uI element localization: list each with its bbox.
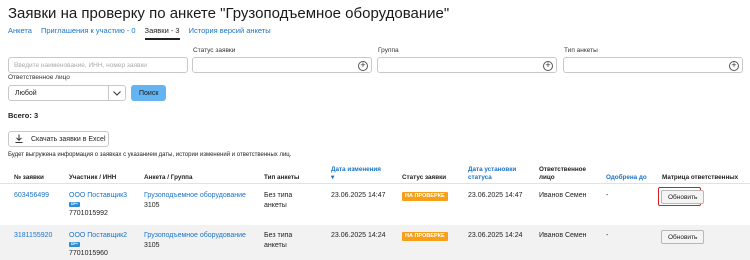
- status-date: 23.06.2025 14:47: [468, 192, 523, 199]
- download-icon: [15, 134, 23, 145]
- table-row: 3181155920 ООО Поставщик2 DP+ 7701015960…: [0, 225, 750, 260]
- update-button[interactable]: Обновить: [661, 230, 705, 244]
- plus-circle-icon[interactable]: +: [543, 60, 553, 71]
- participant-link[interactable]: ООО Поставщик2: [69, 231, 127, 241]
- page-title: Заявки на проверку по анкете "Грузоподъе…: [8, 5, 450, 22]
- responsible-person: Иванов Семен: [539, 192, 587, 199]
- form-group: 3105: [144, 202, 160, 209]
- request-number-link[interactable]: 3181155920: [14, 231, 52, 241]
- responsible-person: Иванов Семен: [539, 232, 587, 239]
- search-button[interactable]: Поиск: [131, 85, 167, 101]
- total-count: Всего: 3: [8, 111, 39, 120]
- col-status-date[interactable]: Дата установки статуса: [468, 166, 532, 182]
- changed-date: 23.06.2025 14:47: [331, 192, 386, 199]
- col-matrix: Матрица ответственных: [662, 174, 739, 181]
- col-responsible[interactable]: Ответственное лицо: [539, 166, 589, 182]
- tab-form[interactable]: Анкета: [8, 26, 32, 40]
- form-type: Без типа анкеты: [264, 232, 293, 249]
- chevron-down-icon[interactable]: [108, 86, 125, 100]
- status-filter-label: Статус заявки: [193, 47, 236, 54]
- participant-inn: 7701015992: [69, 210, 108, 217]
- responsible-filter-label: Ответственное лицо: [8, 74, 70, 81]
- col-form-group[interactable]: Анкета / Группа: [144, 174, 192, 182]
- changed-date: 23.06.2025 14:24: [331, 232, 386, 239]
- status-date: 23.06.2025 14:24: [468, 232, 523, 239]
- col-number[interactable]: № заявки: [14, 174, 44, 182]
- approved-until: -: [606, 232, 609, 239]
- dp-badge: DP+: [69, 202, 80, 207]
- col-participant[interactable]: Участник / ИНН: [69, 174, 116, 182]
- search-field[interactable]: [8, 57, 188, 73]
- col-changed[interactable]: Дата изменения ▾: [331, 166, 383, 182]
- participant-inn: 7701015960: [69, 250, 108, 257]
- col-form-type[interactable]: Тип анкеты: [264, 174, 299, 182]
- responsible-select-value: Любой: [15, 89, 37, 97]
- form-group: 3105: [144, 242, 160, 249]
- status-filter-field[interactable]: +: [192, 57, 372, 73]
- responsible-select[interactable]: Любой: [8, 85, 126, 101]
- download-excel-button[interactable]: Скачать заявки в Excel: [8, 131, 109, 147]
- participant-link[interactable]: ООО Поставщик3: [69, 191, 127, 201]
- download-excel-label: Скачать заявки в Excel: [31, 135, 106, 143]
- group-filter-field[interactable]: +: [377, 57, 557, 73]
- type-filter-field[interactable]: +: [563, 57, 743, 73]
- plus-circle-icon[interactable]: +: [358, 60, 368, 71]
- plus-circle-icon[interactable]: +: [729, 60, 739, 71]
- tab-requests[interactable]: Заявки - 3: [144, 26, 180, 40]
- col-status[interactable]: Статус заявки: [402, 174, 446, 182]
- update-button[interactable]: Обновить: [661, 190, 705, 204]
- tab-version-history[interactable]: История версий анкеты: [189, 26, 271, 40]
- tab-invitations[interactable]: Приглашения к участию - 0: [41, 26, 136, 40]
- form-type: Без типа анкеты: [264, 192, 293, 209]
- approved-until: -: [606, 192, 609, 199]
- request-number-link[interactable]: 603456499: [14, 191, 49, 201]
- status-badge: НА ПРОВЕРКЕ: [402, 232, 448, 241]
- form-link[interactable]: Грузоподъемное оборудование: [144, 191, 246, 201]
- col-approved-until[interactable]: Одобрена до: [606, 174, 647, 182]
- export-note: Будет выгружена информация о заявках с у…: [8, 152, 292, 158]
- type-filter-label: Тип анкеты: [564, 47, 598, 54]
- tab-bar: Анкета Приглашения к участию - 0 Заявки …: [8, 26, 271, 40]
- group-filter-label: Группа: [378, 47, 399, 54]
- status-badge: НА ПРОВЕРКЕ: [402, 192, 448, 201]
- search-input[interactable]: [9, 58, 187, 72]
- table-row: 603456499 ООО Поставщик3 DP+ 7701015992 …: [0, 184, 750, 225]
- dp-badge: DP+: [69, 242, 80, 247]
- form-link[interactable]: Грузоподъемное оборудование: [144, 231, 246, 241]
